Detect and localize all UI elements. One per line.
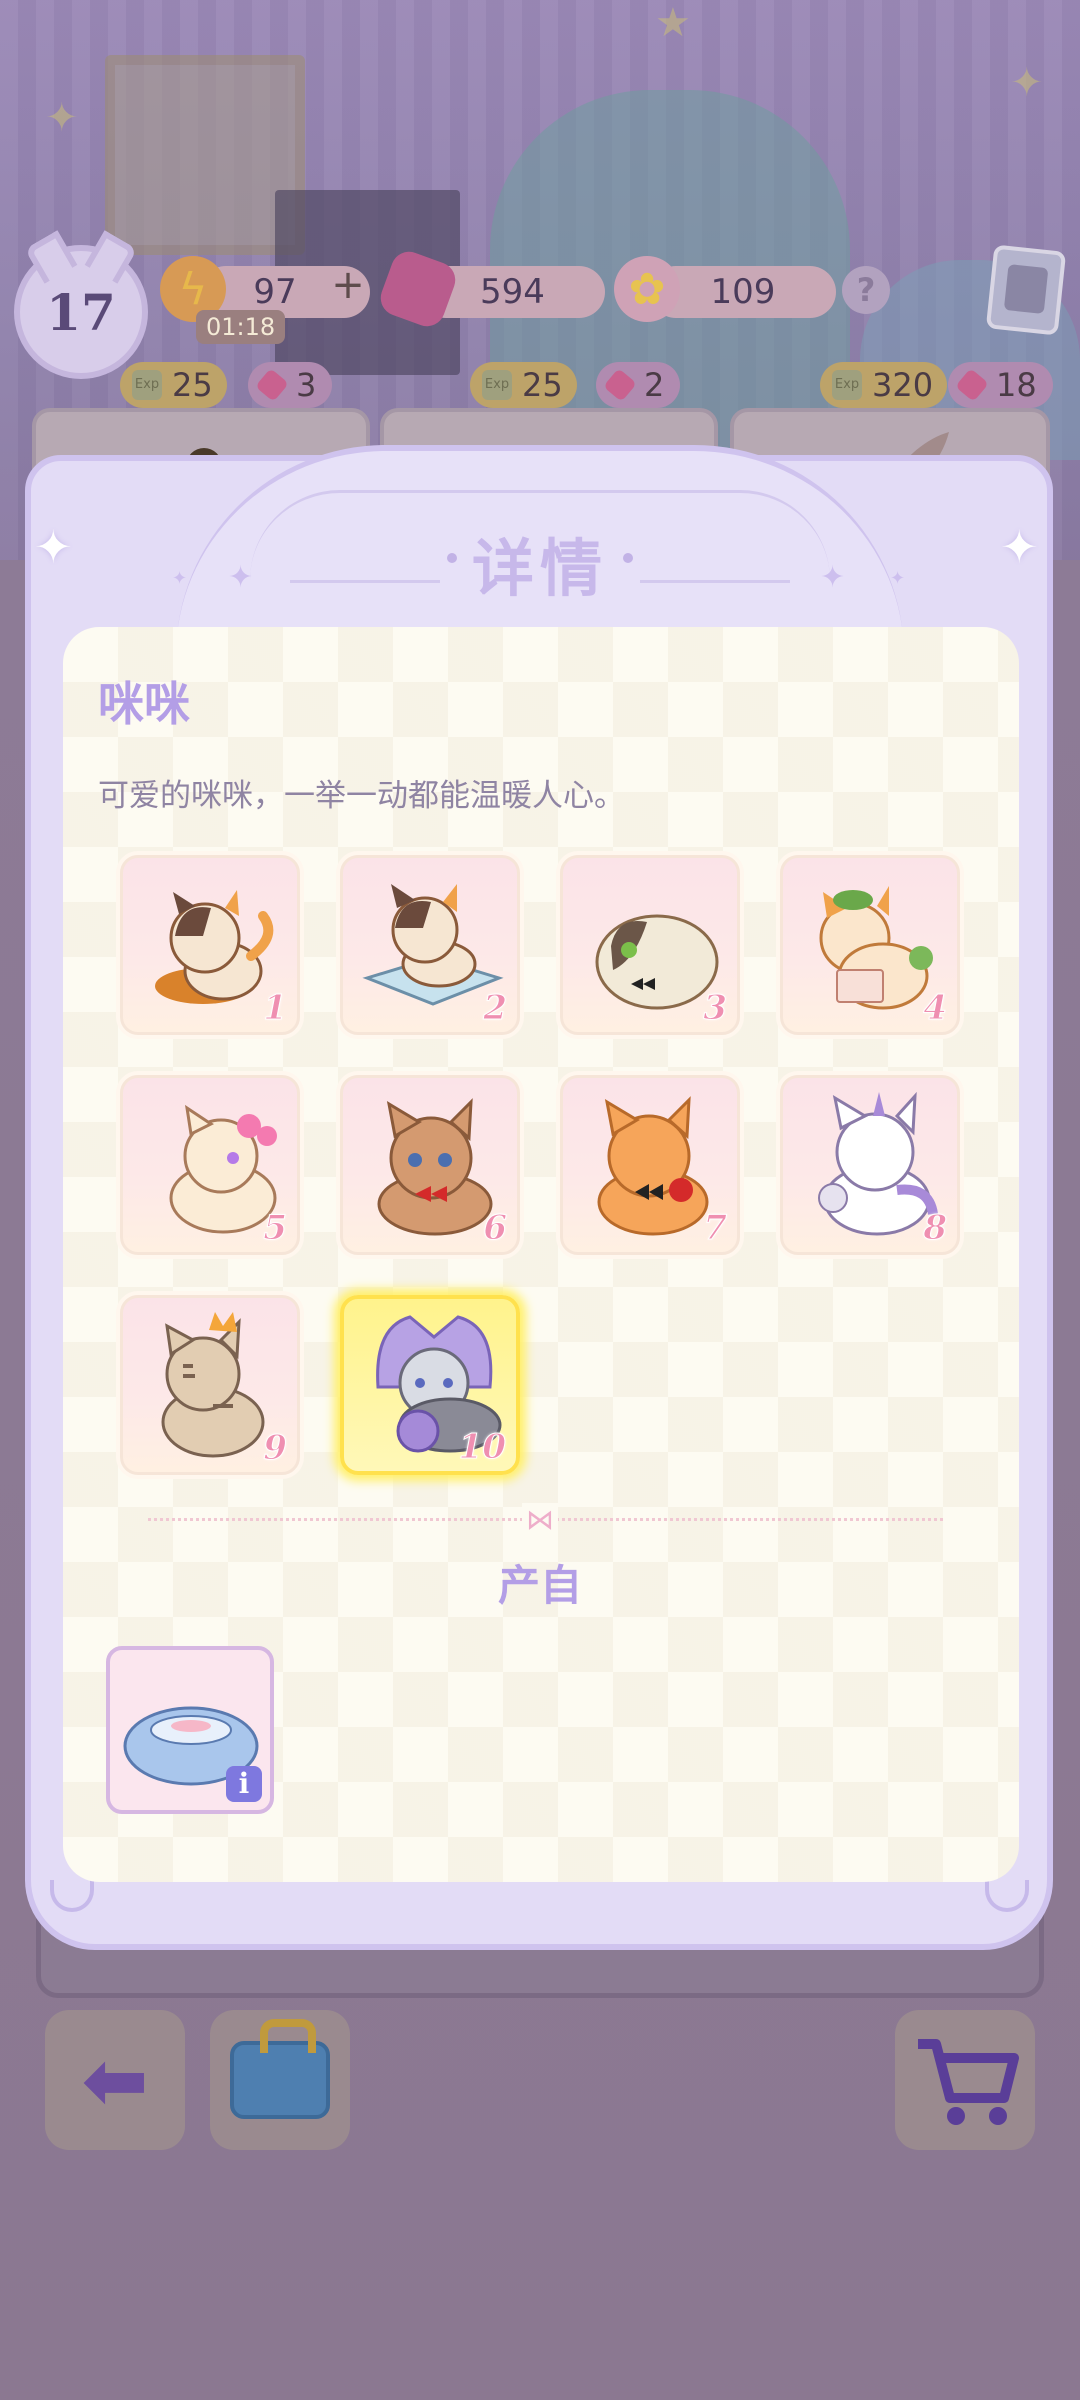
dialog-title: 详情 xyxy=(471,532,608,605)
exp-price: Exp 25 xyxy=(120,362,227,408)
exp-price: Exp 25 xyxy=(470,362,577,408)
cat-level-8[interactable]: 8 xyxy=(780,1075,960,1255)
flower-value: 109 xyxy=(710,272,776,312)
sparkle-icon: ✦ xyxy=(1000,520,1039,574)
produced-from-label: 产自 xyxy=(497,1561,582,1610)
item-description: 可爱的咪咪，一举一动都能温暖人心。 xyxy=(98,778,625,814)
shop-cart-button[interactable] xyxy=(895,2010,1035,2150)
sparkle-icon: ✦ xyxy=(34,520,73,574)
cat-level-3[interactable]: 3 xyxy=(560,855,740,1035)
exp-value: 320 xyxy=(872,366,934,404)
back-arrow-icon: ⬅ xyxy=(81,2033,149,2127)
back-button[interactable]: ⬅ xyxy=(45,2010,185,2150)
cat-level-6[interactable]: 6 xyxy=(340,1075,520,1255)
gem-icon xyxy=(955,368,989,402)
cat-level-4[interactable]: 4 xyxy=(780,855,960,1035)
cat-level-9[interactable]: 9 xyxy=(120,1295,300,1475)
level-number: 3 xyxy=(703,988,728,1029)
gem-price: 18 xyxy=(948,362,1053,408)
player-level: 17 xyxy=(46,282,116,342)
exp-price: Exp 320 xyxy=(820,362,948,408)
level-number: 1 xyxy=(263,988,288,1029)
star-icon: ★ xyxy=(655,0,691,46)
cat-level-5[interactable]: 5 xyxy=(120,1075,300,1255)
exp-value: 25 xyxy=(172,366,213,404)
level-number: 5 xyxy=(263,1208,288,1249)
level-number: 4 xyxy=(923,988,948,1029)
star-icon: ✦ xyxy=(172,568,188,589)
exp-icon: Exp xyxy=(132,370,162,400)
add-energy-button[interactable]: + xyxy=(328,265,368,305)
toolbox-button[interactable] xyxy=(210,2010,350,2150)
help-button[interactable]: ? xyxy=(842,266,890,314)
exp-value: 25 xyxy=(522,366,563,404)
star-icon: ✦ xyxy=(820,560,846,595)
energy-timer: 01:18 xyxy=(196,310,286,344)
bow-icon: ⋈ xyxy=(522,1503,558,1536)
gem-icon xyxy=(255,368,289,402)
star-icon: ✦ xyxy=(45,95,79,141)
cat-level-7[interactable]: 7 xyxy=(560,1075,740,1255)
gem-price: 2 xyxy=(596,362,681,408)
star-icon: ✦ xyxy=(890,568,906,589)
toolbox-icon xyxy=(230,2019,330,2119)
star-icon: ✦ xyxy=(228,560,254,595)
level-number: 10 xyxy=(458,1427,506,1468)
gem-value: 594 xyxy=(480,272,545,312)
cat-level-10-selected[interactable]: 10 xyxy=(340,1295,520,1475)
level-number: 7 xyxy=(703,1208,728,1249)
player-level-badge[interactable]: 17 xyxy=(14,230,148,379)
gem-icon xyxy=(603,368,637,402)
cat-level-2[interactable]: 2 xyxy=(340,855,520,1035)
gem-price-value: 2 xyxy=(644,366,665,404)
level-number: 2 xyxy=(483,988,508,1029)
gem-price-value: 3 xyxy=(296,366,317,404)
exp-icon: Exp xyxy=(482,370,512,400)
level-number: 8 xyxy=(923,1208,948,1249)
cat-level-1[interactable]: 1 xyxy=(120,855,300,1035)
gem-price: 3 xyxy=(248,362,333,408)
source-item-cat-bed[interactable]: i xyxy=(106,1646,274,1814)
level-number: 9 xyxy=(263,1428,288,1469)
level-number: 6 xyxy=(483,1208,508,1249)
item-name: 咪咪 xyxy=(98,677,190,731)
info-icon[interactable]: i xyxy=(226,1766,262,1802)
rainbow-flower-icon: ✿ xyxy=(614,256,680,322)
collection-card-button[interactable] xyxy=(985,244,1067,336)
star-icon: ✦ xyxy=(1010,60,1044,106)
gem-price-value: 18 xyxy=(996,366,1037,404)
exp-icon: Exp xyxy=(832,370,862,400)
energy-value: 97 xyxy=(253,272,297,312)
cart-icon xyxy=(918,2039,1019,2125)
